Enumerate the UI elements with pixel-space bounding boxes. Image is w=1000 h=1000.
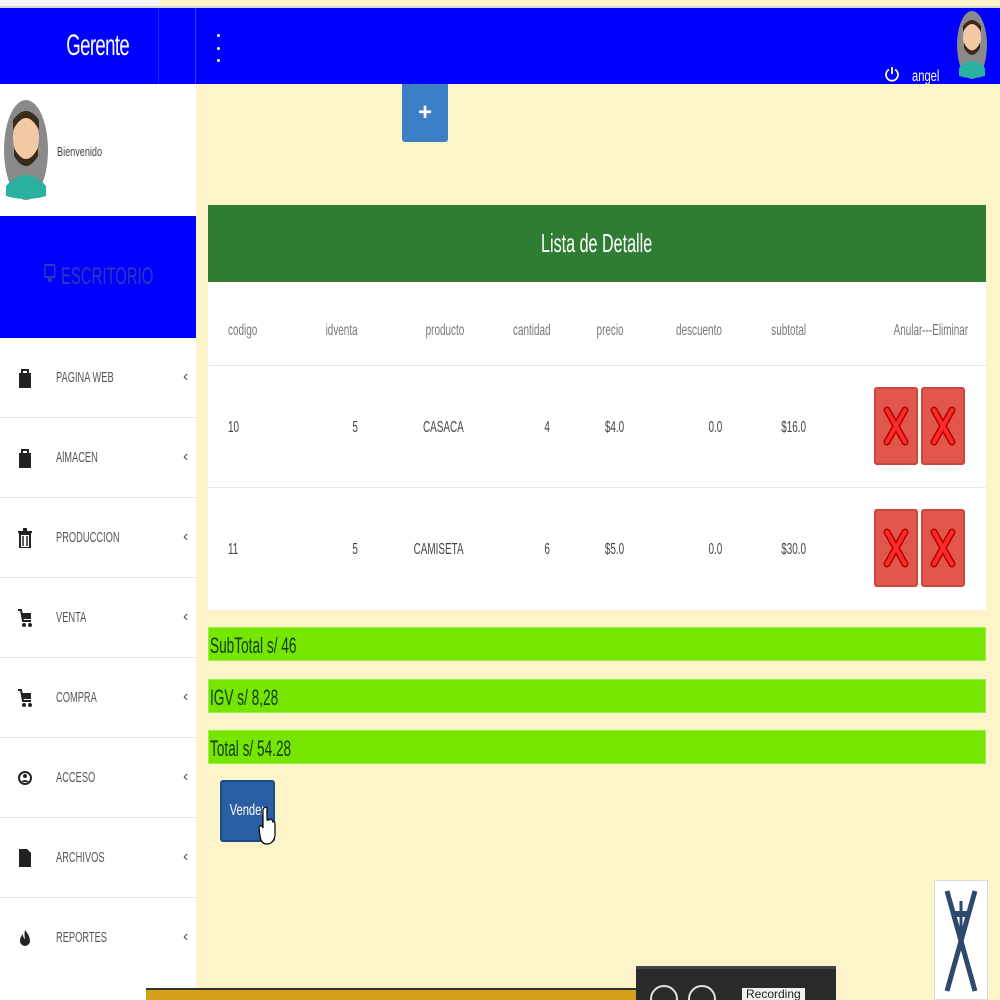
hand-cursor-icon — [258, 806, 276, 846]
table-row: 11 5 CAMISETA 6 $5.0 0.0 $30.0 — [208, 488, 986, 610]
sidebar-item-venta[interactable]: VENTA ‹ — [0, 578, 196, 658]
column-header: subtotal — [771, 322, 806, 339]
chevron-left-icon: ‹ — [183, 848, 189, 865]
chevron-left-icon: ‹ — [183, 768, 189, 785]
cell-descuento: 0.0 — [708, 541, 722, 558]
sidebar-nav: PAGINA WEB ‹ AlMACEN ‹ PRODUCCION ‹ VENT… — [0, 338, 196, 978]
chevron-left-icon: ‹ — [183, 608, 189, 625]
welcome-text: Bienvenido — [57, 144, 103, 159]
taskbar-strip — [146, 988, 636, 1000]
watermark-logo — [934, 880, 988, 1000]
sidebar-item-compra[interactable]: COMPRA ‹ — [0, 658, 196, 738]
x-icon — [930, 528, 956, 568]
total-text: Total s/ 54.28 — [210, 736, 292, 761]
chevron-left-icon: ‹ — [183, 368, 189, 385]
sidebar-item-produccion[interactable]: PRODUCCION ‹ — [0, 498, 196, 578]
subtotal-bar: SubTotal s/ 46 — [208, 627, 986, 661]
sidebar: Bienvenido ESCRITORIO PAGINA WEB ‹ AlMAC… — [0, 84, 196, 1000]
sidebar-item-pagina-web[interactable]: PAGINA WEB ‹ — [0, 338, 196, 418]
cell-codigo: 11 — [228, 541, 239, 558]
desk-label: ESCRITORIO — [60, 263, 153, 290]
igv-text: IGV s/ 8,28 — [210, 685, 279, 710]
recording-bar — [636, 966, 836, 1000]
panel-title: Lista de Detalle — [541, 228, 653, 258]
sidebar-item-acceso[interactable]: ACCESO ‹ — [0, 738, 196, 818]
x-icon — [930, 406, 956, 446]
trash-icon — [18, 528, 32, 549]
sidebar-item-label: REPORTES — [56, 929, 107, 946]
cell-codigo: 10 — [228, 419, 240, 436]
cell-idventa: 5 — [352, 419, 358, 436]
desktop-icon — [43, 263, 55, 292]
cell-descuento: 0.0 — [708, 419, 722, 436]
chevron-left-icon: ‹ — [183, 448, 189, 465]
bag-icon — [18, 448, 32, 468]
user-circle-icon — [18, 768, 32, 788]
sidebar-item-reportes[interactable]: REPORTES ‹ — [0, 898, 196, 978]
delete-item-button[interactable] — [921, 387, 965, 465]
sidebar-item-label: PRODUCCION — [56, 529, 120, 546]
power-icon[interactable] — [884, 66, 902, 84]
total-bar: Total s/ 54.28 — [208, 730, 986, 764]
avatar — [2, 98, 50, 202]
chevron-left-icon: ‹ — [183, 528, 189, 545]
menu-dots-icon[interactable] — [212, 34, 224, 62]
igv-bar: IGV s/ 8,28 — [208, 679, 986, 713]
cell-precio: $4.0 — [604, 419, 624, 436]
cell-producto: CASACA — [423, 419, 464, 436]
delete-item-button[interactable] — [921, 509, 965, 587]
cell-cantidad: 4 — [544, 419, 550, 436]
sidebar-item-label: VENTA — [56, 609, 87, 626]
sidebar-item-label: PAGINA WEB — [56, 369, 114, 386]
cell-idventa: 5 — [352, 541, 358, 558]
chevron-left-icon: ‹ — [183, 688, 189, 705]
top-navbar: Gerente angel — [0, 6, 1000, 86]
cancel-item-button[interactable] — [874, 387, 918, 465]
stop-icon[interactable] — [688, 985, 716, 1000]
column-header: codigo — [228, 322, 258, 339]
column-header: precio — [596, 322, 624, 339]
cell-producto: CAMISETA — [414, 541, 464, 558]
cell-subtotal: $30.0 — [781, 541, 806, 558]
file-icon — [18, 848, 32, 868]
cart-icon — [18, 688, 32, 708]
cart-icon — [18, 608, 32, 628]
brand-area: Gerente — [0, 8, 196, 84]
sidebar-item-label: AlMACEN — [56, 449, 98, 466]
column-header: Anular---Eliminar — [893, 322, 968, 339]
x-icon — [883, 406, 909, 446]
column-header: cantidad — [512, 322, 550, 339]
subtotal-text: SubTotal s/ 46 — [210, 633, 297, 658]
sidebar-item-label: ACCESO — [56, 769, 96, 786]
user-name[interactable]: angel — [912, 68, 939, 86]
bag-icon — [18, 368, 32, 388]
user-avatar[interactable] — [956, 10, 988, 80]
table-header: codigo idventa producto cantidad precio … — [208, 282, 986, 366]
chevron-left-icon: ‹ — [183, 928, 189, 945]
x-icon — [883, 528, 909, 568]
cell-cantidad: 6 — [544, 541, 550, 558]
cancel-item-button[interactable] — [874, 509, 918, 587]
sidebar-item-almacen[interactable]: AlMACEN ‹ — [0, 418, 196, 498]
column-header: descuento — [676, 322, 722, 339]
detail-table: codigo idventa producto cantidad precio … — [208, 282, 986, 610]
column-header: producto — [425, 322, 464, 339]
panel-header: Lista de Detalle — [208, 205, 986, 282]
record-icon[interactable] — [650, 985, 678, 1000]
table-row: 10 5 CASACA 4 $4.0 0.0 $16.0 — [208, 366, 986, 488]
sidebar-item-label: COMPRA — [56, 689, 97, 706]
recording-label: Recording — [742, 988, 805, 1000]
cell-subtotal: $16.0 — [781, 419, 806, 436]
add-button[interactable]: + — [402, 84, 448, 142]
sidebar-item-archivos[interactable]: ARCHIVOS ‹ — [0, 818, 196, 898]
cell-precio: $5.0 — [604, 541, 624, 558]
fire-icon — [18, 928, 32, 948]
desk-menu-header[interactable]: ESCRITORIO — [0, 216, 196, 338]
user-panel: Bienvenido — [0, 84, 196, 216]
sidebar-item-label: ARCHIVOS — [56, 849, 105, 866]
column-header: idventa — [326, 322, 358, 339]
brand-title[interactable]: Gerente — [37, 8, 159, 84]
detail-panel: Lista de Detalle codigo idventa producto… — [208, 205, 986, 610]
